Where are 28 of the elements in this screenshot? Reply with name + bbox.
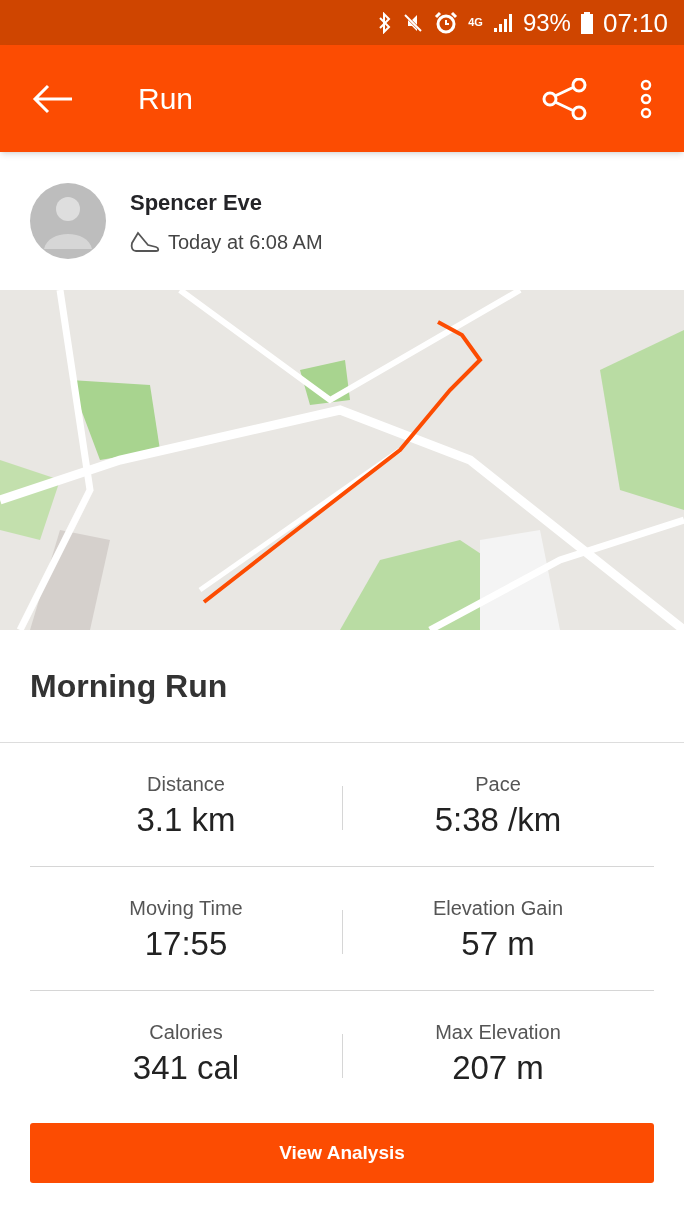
stat-label: Moving Time bbox=[129, 895, 243, 921]
stat-label: Max Elevation bbox=[435, 1020, 561, 1046]
signal-icon bbox=[492, 12, 513, 33]
stat-label: Pace bbox=[475, 771, 521, 797]
stat-value: 17:55 bbox=[144, 923, 228, 964]
shoe-icon bbox=[130, 230, 160, 253]
stat-value: 3.1 km bbox=[136, 799, 236, 840]
athlete-name[interactable]: Spencer Eve bbox=[130, 185, 323, 219]
back-arrow-icon[interactable] bbox=[32, 83, 74, 114]
stat-label: Calories bbox=[149, 1020, 223, 1046]
stat-value: 207 m bbox=[452, 1048, 544, 1089]
stat-value: 341 cal bbox=[132, 1048, 240, 1089]
stat-label: Distance bbox=[147, 771, 225, 797]
activity-time: Today at 6:08 AM bbox=[168, 229, 323, 255]
share-icon[interactable] bbox=[542, 77, 588, 120]
mute-icon bbox=[402, 11, 425, 34]
stat-label: Elevation Gain bbox=[432, 895, 564, 921]
clock: 07:10 bbox=[602, 9, 668, 36]
alarm-icon bbox=[434, 10, 459, 35]
page-title: Run bbox=[138, 81, 194, 117]
stat-value: 5:38 /km bbox=[434, 799, 562, 840]
stat-value: 57 m bbox=[461, 923, 535, 964]
bluetooth-icon bbox=[378, 11, 393, 34]
network-type: 4G bbox=[468, 17, 483, 28]
battery-percent: 93% bbox=[522, 10, 571, 35]
more-menu-icon[interactable] bbox=[640, 78, 652, 119]
activity-title: Morning Run bbox=[30, 667, 228, 706]
battery-icon bbox=[580, 11, 593, 34]
